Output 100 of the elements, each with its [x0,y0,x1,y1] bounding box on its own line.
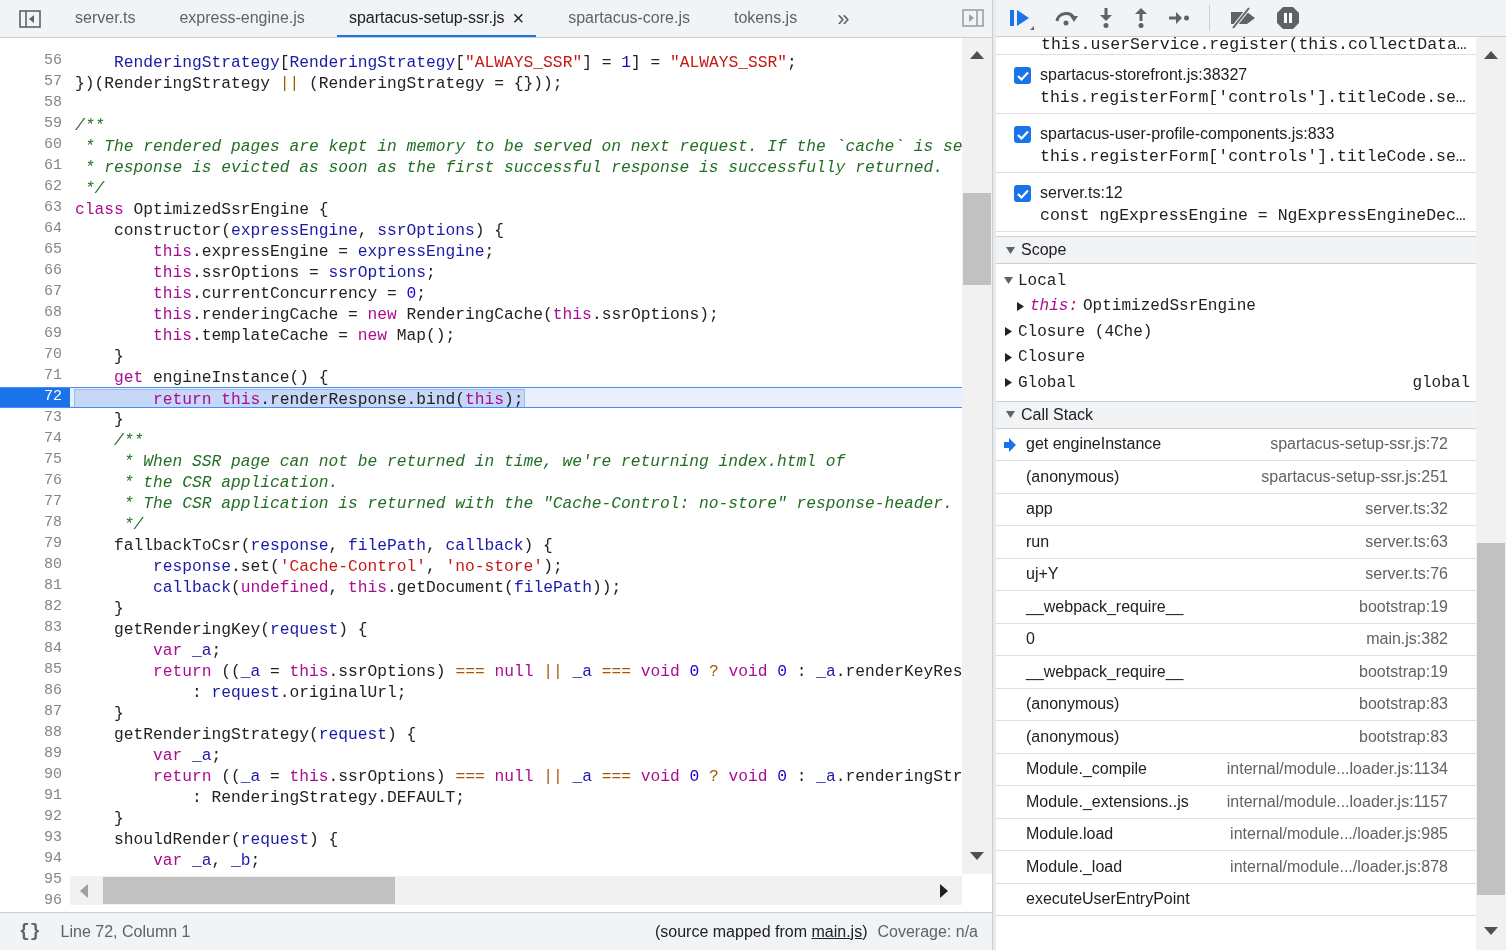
property-name[interactable]: this: [1030,294,1078,319]
line-number[interactable]: 72 [0,388,70,407]
frame-location[interactable]: internal/module...loader.js:1157 [1226,789,1448,814]
line-number[interactable]: 94 [0,849,70,870]
file-tab[interactable]: spartacus-core.js [556,0,702,37]
frame-location[interactable]: bootstrap:19 [1359,594,1448,619]
vertical-scrollbar[interactable] [1476,37,1506,950]
line-number[interactable]: 69 [0,324,70,345]
line-number[interactable]: 73 [0,408,70,429]
stack-frame[interactable]: (anonymous) bootstrap:83 [996,721,1476,754]
stack-frame[interactable]: Module._extensions..js internal/module...loader.js:1157 [996,786,1476,819]
source-link[interactable]: main.js [811,922,863,940]
frame-location[interactable]: spartacus-setup-ssr.js:72 [1270,432,1448,457]
scroll-right-icon[interactable] [940,884,948,898]
stack-frame[interactable]: (anonymous) bootstrap:83 [996,688,1476,721]
file-tab[interactable]: spartacus-setup-ssr.js × [336,0,537,37]
line-number[interactable]: 74 [0,429,70,450]
step-icon[interactable] [1168,11,1190,25]
line-number[interactable]: 60 [0,135,70,156]
step-out-icon[interactable] [1133,7,1149,29]
line-number[interactable]: 61 [0,156,70,177]
expanded-arrow-icon[interactable] [1006,410,1015,419]
section-header[interactable]: Scope [996,236,1476,264]
stack-frame[interactable]: Module.load internal/module.../loader.js:985 [996,818,1476,851]
frame-location[interactable]: internal/module.../loader.js:878 [1230,854,1448,879]
frame-location[interactable]: internal/module.../loader.js:985 [1230,822,1448,847]
line-number[interactable]: 62 [0,177,70,198]
section-header[interactable]: Call Stack [996,400,1476,429]
line-number[interactable]: 59 [0,114,70,135]
sidebar-toggle-icon[interactable] [19,9,41,28]
vertical-scrollbar[interactable] [962,38,992,874]
frame-location[interactable]: server.ts:76 [1365,562,1448,587]
collapsed-arrow-icon[interactable] [1004,378,1013,388]
frame-location[interactable]: bootstrap:19 [1359,659,1448,684]
horizontal-scrollbar[interactable] [70,876,962,905]
stack-frame[interactable]: __webpack_require__ bootstrap:19 [996,591,1476,624]
line-number[interactable]: 87 [0,702,70,723]
line-number[interactable]: 70 [0,345,70,366]
frame-location[interactable]: server.ts:32 [1365,497,1448,522]
pause-on-exceptions-icon[interactable] [1276,6,1300,30]
scope-label[interactable]: Global [1018,370,1076,395]
line-number[interactable]: 82 [0,597,70,618]
scrollbar-thumb[interactable] [1477,543,1505,895]
expanded-arrow-icon[interactable] [1006,245,1015,255]
line-number[interactable]: 89 [0,744,70,765]
frame-location[interactable]: spartacus-setup-ssr.js:251 [1261,464,1448,489]
stack-frame[interactable]: get engineInstance spartacus-setup-ssr.js:72 [996,428,1476,461]
checkbox[interactable] [1014,67,1031,84]
scroll-up-icon[interactable] [970,51,984,59]
line-number[interactable]: 78 [0,513,70,534]
deactivate-breakpoints-icon[interactable] [1229,7,1257,29]
stack-frame[interactable]: 0 main.js:382 [996,623,1476,656]
line-number[interactable]: 90 [0,765,70,786]
step-into-icon[interactable] [1098,7,1114,29]
stack-frame[interactable]: run server.ts:63 [996,526,1476,559]
line-number[interactable]: 65 [0,240,70,261]
stack-frame[interactable]: Module._compile internal/module...loader.js:1134 [996,753,1476,786]
frame-location[interactable]: main.js:382 [1366,627,1448,652]
scroll-up-icon[interactable] [1484,51,1498,59]
line-number[interactable]: 68 [0,303,70,324]
line-number[interactable]: 81 [0,576,70,597]
stack-frame[interactable]: app server.ts:32 [996,493,1476,526]
line-number[interactable]: 93 [0,828,70,849]
close-icon[interactable]: × [512,7,525,28]
scrollbar-thumb[interactable] [103,877,395,904]
line-number[interactable]: 66 [0,261,70,282]
frame-location[interactable]: server.ts:63 [1365,529,1448,554]
scope-label[interactable]: Closure [1018,345,1086,370]
pretty-print-button[interactable]: {} [19,918,41,945]
breakpoint-location[interactable]: server.ts:12 [1040,183,1466,203]
stack-frame[interactable]: __webpack_require__ bootstrap:19 [996,656,1476,689]
checkbox[interactable] [1014,185,1031,202]
stack-frame[interactable]: Module._load internal/module.../loader.js:878 [996,851,1476,884]
line-number[interactable]: 86 [0,681,70,702]
file-tab[interactable]: tokens.js [722,0,810,37]
line-number[interactable]: 77 [0,492,70,513]
line-number[interactable]: 58 [0,93,70,114]
line-number[interactable]: 88 [0,723,70,744]
line-number[interactable]: 64 [0,219,70,240]
frame-location[interactable]: bootstrap:83 [1359,724,1448,749]
frame-location[interactable]: bootstrap:83 [1359,692,1448,717]
line-number[interactable]: 95 [0,870,70,891]
line-number[interactable]: 67 [0,282,70,303]
breakpoint-location[interactable]: spartacus-user-profile-components.js:833 [1040,124,1466,144]
checkbox[interactable] [1014,126,1031,143]
scroll-down-icon[interactable] [970,852,984,860]
line-number[interactable]: 80 [0,555,70,576]
scope-label[interactable]: Local [1018,268,1066,293]
collapsed-arrow-icon[interactable] [1004,327,1013,337]
line-number[interactable]: 96 [0,891,70,912]
line-number[interactable]: 71 [0,366,70,387]
collapsed-arrow-icon[interactable] [1004,352,1013,362]
stack-frame[interactable]: (anonymous) spartacus-setup-ssr.js:251 [996,461,1476,494]
stack-frame[interactable]: executeUserEntryPoint [996,883,1476,916]
scroll-down-icon[interactable] [1484,927,1498,935]
line-number[interactable]: 63 [0,198,70,219]
expanded-arrow-icon[interactable] [1004,276,1013,286]
line-number[interactable]: 84 [0,639,70,660]
stack-frame[interactable]: uj+Y server.ts:76 [996,558,1476,591]
collapsed-arrow-icon[interactable] [1016,301,1025,311]
